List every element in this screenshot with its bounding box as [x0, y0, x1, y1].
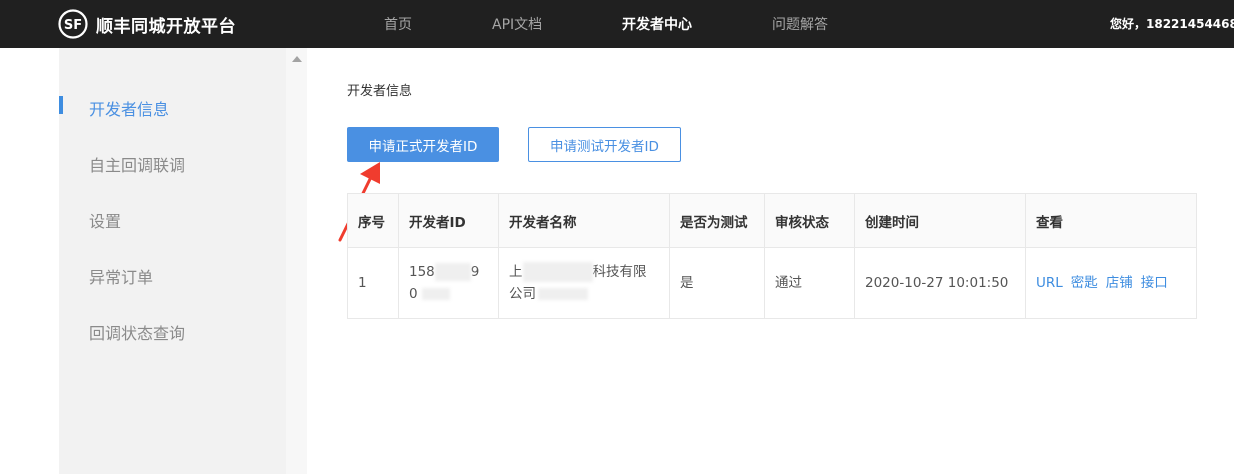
interface-link[interactable]: 接口 [1141, 275, 1168, 291]
developer-table: 序号 开发者ID 开发者名称 是否为测试 审核状态 创建时间 查看 1 158 9… [347, 193, 1197, 319]
cell-developer-id: 158 9 0 [398, 247, 499, 319]
redaction-blur [434, 263, 471, 281]
col-header-developer-id: 开发者ID [398, 193, 499, 248]
redaction-blur [522, 262, 593, 282]
col-header-index: 序号 [347, 193, 399, 248]
col-header-created-time: 创建时间 [854, 193, 1026, 248]
sidebar: 开发者信息 自主回调联调 设置 异常订单 回调状态查询 [59, 48, 307, 474]
brand-title[interactable]: 顺丰同城开放平台 [96, 12, 236, 37]
sidebar-item-callback-status[interactable]: 回调状态查询 [89, 320, 185, 344]
nav-faq[interactable]: 问题解答 [772, 14, 828, 34]
table-header-row: 序号 开发者ID 开发者名称 是否为测试 审核状态 创建时间 查看 [347, 193, 1197, 248]
redaction-blur [538, 288, 588, 300]
cell-review-status: 通过 [764, 247, 855, 319]
col-header-developer-name: 开发者名称 [498, 193, 670, 248]
cell-is-test: 是 [669, 247, 765, 319]
top-navbar: SF 顺丰同城开放平台 首页 API文档 开发者中心 问题解答 您好，18221… [0, 0, 1234, 48]
dev-id-visible-start: 158 [409, 264, 435, 280]
sidebar-item-abnormal-orders[interactable]: 异常订单 [89, 264, 153, 288]
cell-index: 1 [347, 247, 399, 319]
shop-link[interactable]: 店铺 [1106, 275, 1133, 291]
secret-key-link[interactable]: 密匙 [1071, 275, 1098, 291]
col-header-is-test: 是否为测试 [669, 193, 765, 248]
sidebar-scrollbar[interactable] [286, 48, 307, 474]
active-indicator [59, 96, 63, 114]
url-link[interactable]: URL [1036, 275, 1063, 291]
dev-name-visible-start: 上 [509, 264, 523, 280]
col-header-review-status: 审核状态 [764, 193, 855, 248]
dev-id-visible-end: 0 [409, 286, 418, 302]
dev-name-visible-end: 公司 [509, 286, 536, 302]
nav-home[interactable]: 首页 [384, 14, 412, 34]
page-title: 开发者信息 [347, 84, 413, 99]
user-menu[interactable]: 您好，18221454468∨ [1110, 15, 1234, 32]
apply-test-developer-id-button[interactable]: 申请测试开发者ID [528, 127, 681, 162]
cell-created-time: 2020-10-27 10:01:50 [854, 247, 1026, 319]
sidebar-item-settings[interactable]: 设置 [89, 208, 121, 232]
col-header-view: 查看 [1025, 193, 1197, 248]
user-greeting: 您好，18221454468 [1110, 17, 1234, 31]
dev-id-visible-mid: 9 [470, 264, 480, 280]
sidebar-item-developer-info[interactable]: 开发者信息 [89, 96, 169, 120]
sidebar-item-callback-debug[interactable]: 自主回调联调 [89, 152, 185, 176]
cell-developer-name: 上 科技有限 公司 [498, 247, 670, 319]
cell-view-links: URL 密匙 店铺 接口 [1025, 247, 1197, 319]
table-row: 1 158 9 0 上 科技有限 公司 是 通过 2020-10-27 10:01:… [347, 247, 1197, 319]
logo-text: SF [64, 18, 82, 33]
scroll-up-arrow-icon[interactable] [292, 56, 302, 62]
nav-api-docs[interactable]: API文档 [492, 14, 542, 34]
nav-developer-center[interactable]: 开发者中心 [622, 14, 692, 34]
redaction-blur [421, 288, 450, 300]
sf-logo-icon[interactable]: SF [58, 9, 88, 39]
dev-name-visible-mid: 科技有限 [592, 264, 647, 280]
